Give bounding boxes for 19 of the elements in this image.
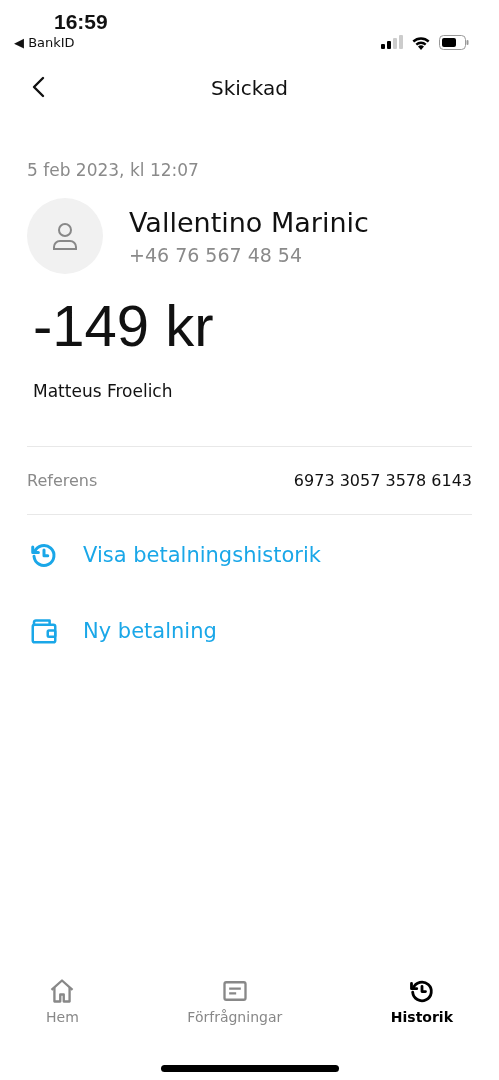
battery-icon — [439, 34, 469, 50]
back-to-app-link[interactable]: ◀ BankID — [14, 34, 108, 52]
payment-amount: -149 kr — [32, 292, 215, 359]
detail-label: Referens — [27, 471, 98, 490]
wallet-icon — [29, 616, 59, 646]
recipient-phone: +46 76 567 48 54 — [129, 243, 304, 266]
status-time: 16:59 — [54, 10, 108, 34]
action-link[interactable]: Visa betalningshistorik — [27, 517, 472, 593]
signal-icon — [381, 35, 403, 49]
payment-message: Matteus Froelich — [32, 381, 174, 401]
tab-bar-item[interactable]: Historik — [390, 977, 453, 1025]
recipient-name: Vallentino Marinic — [129, 206, 369, 238]
wifi-icon — [411, 34, 431, 50]
detail-value: 6973 3057 3578 6143 — [293, 471, 472, 490]
tab-bar-item[interactable]: Förfrågningar — [187, 977, 283, 1025]
page-title: Skickad — [211, 76, 288, 100]
action-link[interactable]: Ny betalning — [27, 593, 472, 669]
tab-bar-item[interactable]: Hem — [46, 977, 79, 1025]
payment-date: 5 feb 2023, kl 12:07 — [27, 160, 200, 180]
